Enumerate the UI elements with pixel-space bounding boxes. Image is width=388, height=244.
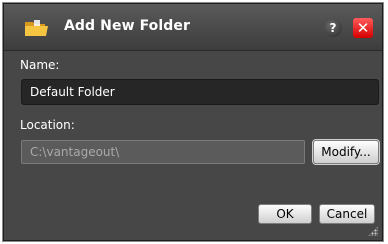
dialog-title: Add New Folder <box>64 18 191 34</box>
cancel-button[interactable]: Cancel <box>319 204 375 224</box>
ok-button[interactable]: OK <box>258 204 312 224</box>
add-new-folder-dialog: Add New Folder ? ✕ Name: Default Folder … <box>3 3 383 241</box>
help-icon[interactable]: ? <box>324 19 342 37</box>
folder-icon <box>24 18 50 38</box>
name-label: Name: <box>20 58 60 72</box>
name-input[interactable]: Default Folder <box>21 79 379 105</box>
location-input: C:\vantageout\ <box>21 140 305 164</box>
close-icon[interactable]: ✕ <box>353 18 373 38</box>
location-label: Location: <box>20 118 75 132</box>
modify-button[interactable]: Modify... <box>313 140 379 164</box>
dialog-titlebar[interactable]: Add New Folder ? ✕ <box>4 4 382 51</box>
resize-grip-icon[interactable] <box>368 226 378 236</box>
